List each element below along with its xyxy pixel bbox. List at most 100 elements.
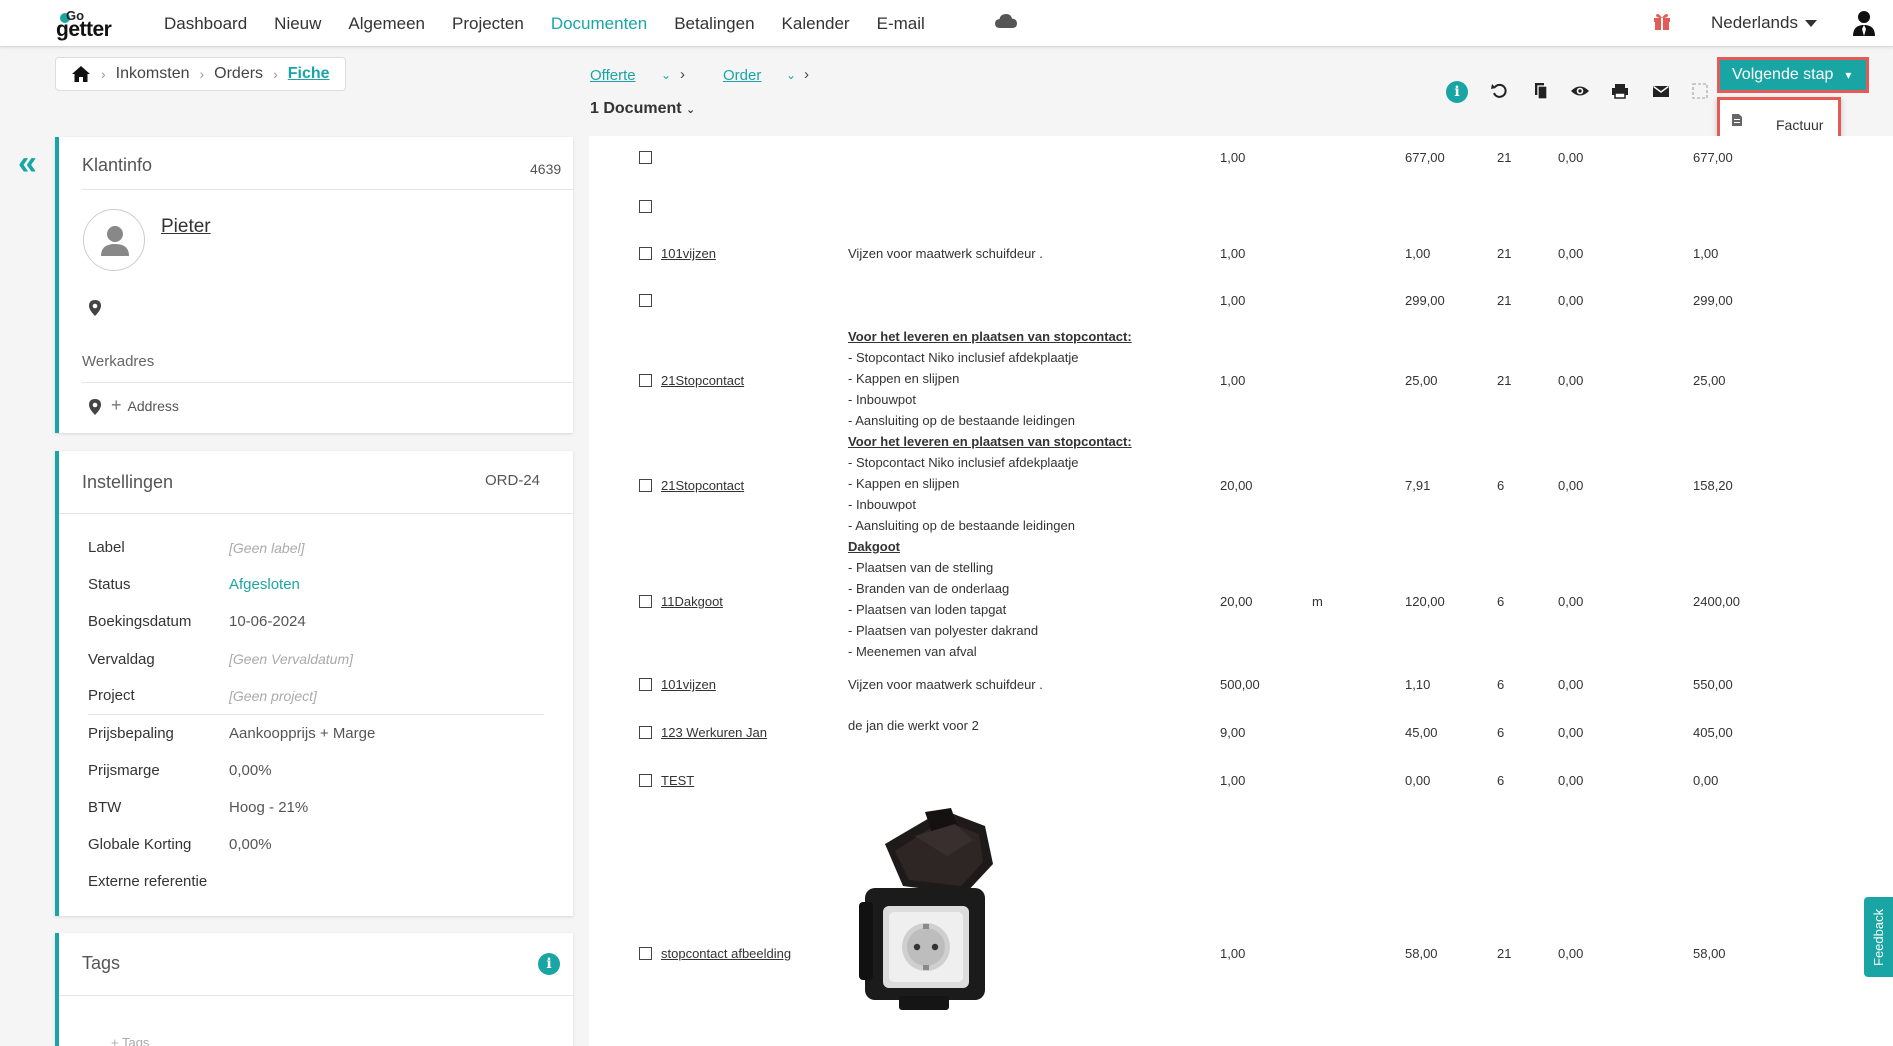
next-step-label: Volgende stap [1732,66,1834,83]
breadcrumb-fiche[interactable]: Fiche [288,65,330,83]
nav-algemeen[interactable]: Algemeen [348,14,425,34]
add-address-label: Address [127,398,179,414]
chevron-down-icon[interactable]: ⌄ [786,68,796,82]
setting-status-label: Status [88,576,131,593]
cell-code[interactable]: 101vijzen [661,677,716,692]
person-icon [101,226,129,256]
setting-status-value[interactable]: Afgesloten [229,576,300,593]
cell-discount: 0,00 [1558,594,1584,609]
setting-due-date-value[interactable]: [Geen Vervaldatum] [229,651,353,667]
row-checkbox[interactable] [639,151,652,164]
document-count-dropdown[interactable]: 1 Document ⌄ [590,100,695,118]
cell-description: de jan die werkt voor 2 [848,718,979,733]
nav-projecten[interactable]: Projecten [452,14,524,34]
chevron-right-icon: › [101,66,106,82]
row-checkbox[interactable] [639,294,652,307]
cell-qty: 1,00 [1220,373,1246,388]
cell-code[interactable]: 21Stopcontact [661,373,744,388]
order-lines-table: 1,00 677,00 21 0,00 677,00 101vijzen Vij… [589,136,1893,1046]
client-name-link[interactable]: Pieter [161,216,211,238]
home-icon[interactable] [71,65,91,83]
cell-total: 25,00 [1693,373,1726,388]
description-line: - Branden van de onderlaag [848,581,1010,596]
cell-code[interactable]: TEST [661,773,694,788]
setting-label-label: Label [88,539,125,556]
client-number: 4639 [530,161,562,177]
divider [59,995,573,996]
description-line: - Stopcontact Niko inclusief afdekplaatj… [848,350,1079,365]
nav-nieuw[interactable]: Nieuw [274,14,321,34]
row-checkbox[interactable] [639,200,652,213]
setting-due-date-label: Vervaldag [88,651,155,668]
chevron-right-icon: › [680,66,685,83]
preview-eye-icon[interactable] [1570,81,1590,101]
setting-project-value[interactable]: [Geen project] [229,688,317,704]
add-address-button[interactable]: + Address [111,395,179,416]
row-checkbox[interactable] [639,479,652,492]
copy-icon[interactable] [1531,81,1551,101]
setting-booking-date-value[interactable]: 10-06-2024 [229,613,306,630]
info-icon[interactable]: i [1446,81,1468,103]
collapse-sidebar-icon[interactable]: « [18,146,44,180]
dropdown-option-factuur[interactable]: Factuur [1776,117,1823,133]
cell-vat: 21 [1497,373,1512,388]
language-selector[interactable]: Nederlands [1711,13,1817,33]
chevron-down-icon[interactable]: ⌄ [661,68,671,82]
row-checkbox[interactable] [639,774,652,787]
divider [82,189,573,190]
cell-description: Vijzen voor maatwerk schuifdeur . [848,246,1043,261]
nav-dashboard[interactable]: Dashboard [164,14,247,34]
info-icon[interactable]: i [538,953,560,975]
cell-code[interactable]: 123 Werkuren Jan [661,725,767,740]
cell-total: 158,20 [1693,478,1733,493]
gift-icon[interactable] [1652,11,1672,31]
email-icon[interactable] [1651,81,1671,101]
breadcrumb-orders[interactable]: Orders [214,65,263,83]
row-checkbox[interactable] [639,374,652,387]
row-checkbox[interactable] [639,247,652,260]
user-icon[interactable] [1852,9,1876,37]
location-pin-icon [89,399,101,415]
setting-project-label: Project [88,687,135,704]
order-code: ORD-24 [485,472,541,489]
nav-kalender[interactable]: Kalender [782,14,850,34]
step-offerte-link[interactable]: Offerte [590,67,636,84]
next-step-button[interactable]: Volgende stap ▾ [1717,57,1869,93]
cell-price: 677,00 [1405,150,1445,165]
undo-icon[interactable] [1490,81,1510,101]
setting-vat-value[interactable]: Hoog - 21% [229,799,308,816]
cell-description: Dakgoot - Plaatsen van de stelling - Bra… [848,536,1038,662]
add-tag-label: Tags [121,1035,150,1046]
document-icon [1732,114,1742,126]
row-checkbox[interactable] [639,678,652,691]
cell-code[interactable]: stopcontact afbeelding [661,946,791,961]
cell-qty: 9,00 [1220,725,1246,740]
row-checkbox[interactable] [639,947,652,960]
add-tag-button[interactable]: + Tags [111,1035,149,1046]
step-order-link[interactable]: Order [723,67,761,84]
setting-booking-date-label: Boekingsdatum [88,613,192,630]
setting-margin-value[interactable]: 0,00% [229,762,272,779]
cloud-icon[interactable] [994,13,1018,29]
cell-qty: 500,00 [1220,677,1260,692]
print-icon[interactable] [1610,81,1630,101]
setting-pricing-value[interactable]: Aankoopprijs + Marge [229,725,375,742]
breadcrumb-inkomsten[interactable]: Inkomsten [116,65,190,83]
cell-code[interactable]: 21Stopcontact [661,478,744,493]
scan-icon[interactable] [1690,81,1710,101]
cell-code[interactable]: 11Dakgoot [661,594,723,609]
setting-discount-value[interactable]: 0,00% [229,836,272,853]
description-line: - Kappen en slijpen [848,371,960,386]
row-checkbox[interactable] [639,595,652,608]
setting-label-value[interactable]: [Geen label] [229,540,305,556]
feedback-tab[interactable]: Feedback [1864,897,1893,977]
row-checkbox[interactable] [639,726,652,739]
gogetter-logo[interactable]: Go getter [56,8,136,41]
description-line: - Plaatsen van de stelling [848,560,994,575]
cell-qty: 1,00 [1220,293,1246,308]
description-heading: Voor het leveren en plaatsen van stopcon… [848,434,1132,449]
nav-email[interactable]: E-mail [877,14,925,34]
nav-documenten[interactable]: Documenten [551,14,647,34]
cell-code[interactable]: 101vijzen [661,246,716,261]
nav-betalingen[interactable]: Betalingen [674,14,754,34]
